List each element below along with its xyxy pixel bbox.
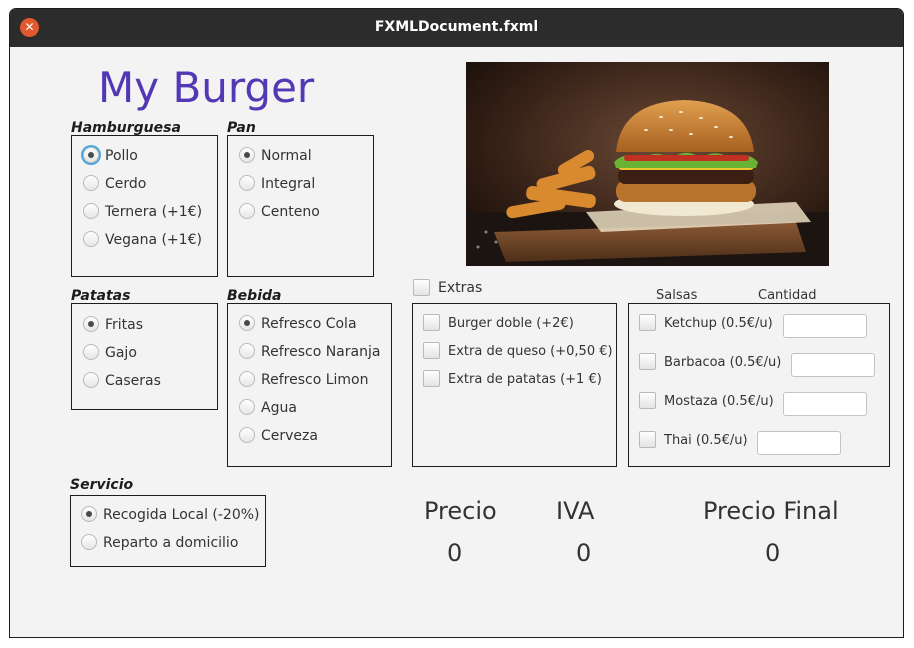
bebida-label: Bebida	[227, 288, 282, 304]
radio-button[interactable]	[239, 203, 255, 219]
mostaza-quantity-input[interactable]	[783, 392, 867, 416]
servicio-group: Recogida Local (-20%) Reparto a domicili…	[70, 495, 266, 567]
radio-button[interactable]	[83, 231, 99, 247]
radio-button[interactable]	[239, 371, 255, 387]
radio-caseras[interactable]: Caseras	[83, 371, 161, 391]
ketchup-quantity-input[interactable]	[783, 314, 867, 338]
iva-value: 0	[576, 539, 592, 567]
radio-centeno[interactable]: Centeno	[239, 202, 320, 222]
checkbox[interactable]	[413, 278, 430, 296]
radio-button[interactable]	[239, 427, 255, 443]
pan-group: Normal Integral Centeno	[227, 135, 374, 277]
radio-refresco-limon[interactable]: Refresco Limon	[239, 370, 368, 390]
pan-label: Pan	[227, 120, 256, 136]
app-window: ✕ FXMLDocument.fxml My Burger Hamburgues…	[9, 8, 904, 638]
radio-button[interactable]	[239, 399, 255, 415]
servicio-label: Servicio	[70, 477, 134, 493]
radio-refresco-cola[interactable]: Refresco Cola	[239, 314, 357, 334]
radio-button-selected[interactable]	[239, 147, 255, 163]
cantidad-label: Cantidad	[758, 288, 817, 303]
radio-pollo[interactable]: Pollo	[83, 146, 138, 166]
salsa-ketchup[interactable]: Ketchup (0.5€/u)	[639, 314, 773, 334]
window-title: FXMLDocument.fxml	[374, 19, 539, 35]
bebida-group: Refresco Cola Refresco Naranja Refresco …	[227, 303, 392, 467]
radio-button-selected[interactable]	[239, 315, 255, 331]
salsa-thai[interactable]: Thai (0.5€/u)	[639, 431, 748, 451]
checkbox[interactable]	[639, 353, 656, 370]
radio-normal[interactable]: Normal	[239, 146, 312, 166]
radio-button[interactable]	[239, 175, 255, 191]
radio-button[interactable]	[239, 343, 255, 359]
salsas-group: Ketchup (0.5€/u) Barbacoa (0.5€/u) Mosta…	[628, 303, 890, 467]
radio-cerdo[interactable]: Cerdo	[83, 174, 146, 194]
radio-agua[interactable]: Agua	[239, 398, 297, 418]
burger-image	[466, 62, 829, 266]
extra-burger-doble[interactable]: Burger doble (+2€)	[423, 314, 574, 334]
checkbox[interactable]	[639, 314, 656, 331]
extras-group: Burger doble (+2€) Extra de queso (+0,50…	[412, 303, 617, 467]
radio-button-selected[interactable]	[83, 147, 99, 163]
radio-cerveza[interactable]: Cerveza	[239, 426, 318, 446]
title-bar: ✕ FXMLDocument.fxml	[10, 9, 903, 47]
radio-reparto-domicilio[interactable]: Reparto a domicilio	[81, 533, 238, 553]
hamburguesa-group: Pollo Cerdo Ternera (+1€) Vegana (+1€)	[71, 135, 218, 277]
patatas-group: Fritas Gajo Caseras	[71, 303, 218, 410]
radio-button[interactable]	[83, 344, 99, 360]
salsas-label: Salsas	[656, 288, 698, 303]
barbacoa-quantity-input[interactable]	[791, 353, 875, 377]
radio-ternera[interactable]: Ternera (+1€)	[83, 202, 202, 222]
radio-button[interactable]	[81, 534, 97, 550]
radio-button-selected[interactable]	[83, 316, 99, 332]
checkbox[interactable]	[423, 342, 440, 359]
checkbox[interactable]	[639, 392, 656, 409]
salsa-mostaza[interactable]: Mostaza (0.5€/u)	[639, 392, 774, 412]
precio-value: 0	[447, 539, 463, 567]
salsa-barbacoa[interactable]: Barbacoa (0.5€/u)	[639, 353, 781, 373]
radio-button[interactable]	[83, 175, 99, 191]
extra-patatas[interactable]: Extra de patatas (+1 €)	[423, 370, 602, 390]
radio-vegana[interactable]: Vegana (+1€)	[83, 230, 202, 250]
radio-recogida-local[interactable]: Recogida Local (-20%)	[81, 505, 260, 525]
iva-label: IVA	[556, 497, 595, 525]
radio-fritas[interactable]: Fritas	[83, 315, 143, 335]
radio-integral[interactable]: Integral	[239, 174, 315, 194]
extra-queso[interactable]: Extra de queso (+0,50 €)	[423, 342, 613, 362]
precio-final-value: 0	[765, 539, 781, 567]
hamburguesa-label: Hamburguesa	[71, 120, 181, 136]
burger-photo	[466, 62, 829, 266]
radio-gajo[interactable]: Gajo	[83, 343, 137, 363]
precio-label: Precio	[424, 497, 497, 525]
radio-refresco-naranja[interactable]: Refresco Naranja	[239, 342, 380, 362]
patatas-label: Patatas	[71, 288, 131, 304]
checkbox[interactable]	[423, 314, 440, 331]
extras-checkbox[interactable]: Extras	[413, 278, 482, 298]
precio-final-label: Precio Final	[703, 497, 839, 525]
checkbox[interactable]	[423, 370, 440, 387]
app-title: My Burger	[98, 63, 315, 112]
radio-button-selected[interactable]	[81, 506, 97, 522]
radio-button[interactable]	[83, 372, 99, 388]
thai-quantity-input[interactable]	[757, 431, 841, 455]
checkbox[interactable]	[639, 431, 656, 448]
radio-button[interactable]	[83, 203, 99, 219]
